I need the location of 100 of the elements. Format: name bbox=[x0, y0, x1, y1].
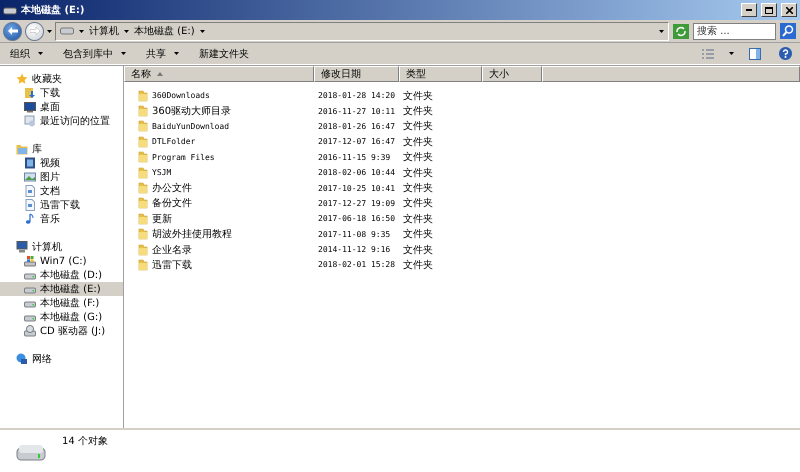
item-count: 14 个对象 bbox=[62, 434, 108, 448]
forward-button[interactable] bbox=[25, 22, 44, 40]
file-name: 企业名录 bbox=[152, 244, 192, 257]
folder-icon bbox=[138, 105, 148, 118]
file-name: BaiduYunDownload bbox=[152, 122, 230, 131]
folder-icon bbox=[138, 228, 148, 240]
folder-icon bbox=[138, 151, 148, 164]
date-cell-text: 2016-11-27 10:11 bbox=[317, 106, 396, 116]
nav-item[interactable]: 本地磁盘 (D:) bbox=[0, 268, 123, 282]
file-name: 360驱动大师目录 bbox=[152, 104, 232, 118]
folder-icon bbox=[138, 120, 148, 132]
file-name: Program Files bbox=[152, 152, 215, 162]
nav-item[interactable]: 本地磁盘 (F:) bbox=[0, 296, 123, 310]
system-drive-icon bbox=[24, 255, 36, 267]
close-button[interactable] bbox=[781, 3, 797, 17]
date-cell-text: 2017-11-08 9:35 bbox=[317, 230, 392, 239]
file-row[interactable]: DTLFolder 2017-12-07 16:47 文件夹 bbox=[124, 134, 800, 150]
file-row[interactable]: 360驱动大师目录 2016-11-27 10:11 文件夹 bbox=[124, 103, 800, 119]
nav-item[interactable]: 桌面 bbox=[0, 100, 123, 114]
help-icon bbox=[778, 47, 792, 60]
folder-icon bbox=[138, 166, 148, 179]
nav-item[interactable]: 下载 bbox=[0, 86, 123, 100]
column-header[interactable]: 修改日期 bbox=[314, 66, 399, 82]
date-cell-text: 2018-01-26 16:47 bbox=[317, 122, 396, 131]
file-row[interactable]: 360Downloads 2018-01-28 14:20 文件夹 bbox=[124, 88, 800, 104]
file-row[interactable]: 迅雷下载 2018-02-01 15:28 文件夹 bbox=[124, 257, 800, 273]
folder-icon bbox=[138, 136, 148, 148]
nav-item[interactable]: 最近访问的位置 bbox=[0, 114, 123, 128]
nav-item[interactable]: 库 bbox=[0, 142, 123, 156]
date-cell-text: 2018-01-28 14:20 bbox=[317, 91, 396, 100]
date-cell-text: 2018-02-01 15:28 bbox=[317, 260, 396, 270]
breadcrumb[interactable]: 本地磁盘 (E:) bbox=[134, 24, 195, 38]
caret-icon bbox=[729, 52, 734, 55]
nav-item[interactable]: 本地磁盘 (E:) bbox=[0, 282, 123, 296]
toolbar-button[interactable]: 组织 bbox=[6, 44, 47, 62]
file-row[interactable]: 备份文件 2017-12-27 19:09 文件夹 bbox=[124, 196, 800, 212]
file-row[interactable]: BaiduYunDownload 2018-01-26 16:47 文件夹 bbox=[124, 118, 800, 134]
document-icon bbox=[24, 185, 36, 197]
file-name: 360Downloads bbox=[152, 91, 210, 100]
nav-item[interactable]: Win7 (C:) bbox=[0, 254, 123, 268]
folder-icon bbox=[138, 258, 148, 271]
nav-item[interactable]: 音乐 bbox=[0, 212, 123, 226]
nav-item[interactable]: 文档 bbox=[0, 184, 123, 198]
date-cell-text: 2017-06-18 16:50 bbox=[317, 214, 396, 224]
nav-item[interactable]: 图片 bbox=[0, 170, 123, 184]
preview-pane-button[interactable] bbox=[746, 45, 764, 62]
nav-item[interactable]: 迅雷下载 bbox=[0, 198, 123, 212]
caret-icon bbox=[174, 52, 179, 55]
type-cell-text: 文件夹 bbox=[402, 120, 434, 134]
nav-item[interactable]: 本地磁盘 (G:) bbox=[0, 310, 123, 324]
type-cell-text: 文件夹 bbox=[402, 258, 434, 272]
type-cell-text: 文件夹 bbox=[402, 212, 434, 226]
maximize-button[interactable] bbox=[761, 3, 777, 17]
toolbar-button[interactable]: 包含到库中 bbox=[59, 44, 130, 62]
computer-icon bbox=[16, 241, 28, 253]
left-arrow-icon bbox=[8, 27, 18, 35]
type-cell-text: 文件夹 bbox=[402, 182, 434, 196]
file-row[interactable]: 更新 2017-06-18 16:50 文件夹 bbox=[124, 211, 800, 227]
search-field[interactable]: 搜索 ... bbox=[693, 22, 776, 40]
breadcrumb[interactable]: 计算机 bbox=[89, 24, 119, 38]
nav-item[interactable]: 网络 bbox=[0, 352, 123, 366]
window-title: 本地磁盘 (E:) bbox=[21, 4, 86, 17]
type-cell-text: 文件夹 bbox=[402, 196, 434, 210]
nav-item[interactable]: CD 驱动器 (J:) bbox=[0, 324, 123, 338]
file-row[interactable]: 办公文件 2017-10-25 10:41 文件夹 bbox=[124, 180, 800, 196]
file-row[interactable]: Program Files 2016-11-15 9:39 文件夹 bbox=[124, 150, 800, 165]
network-icon bbox=[16, 353, 28, 365]
refresh-button[interactable] bbox=[672, 22, 690, 40]
caret-icon bbox=[79, 30, 84, 32]
nav-item[interactable]: 收藏夹 bbox=[0, 72, 123, 86]
column-header[interactable]: 大小 bbox=[482, 66, 542, 82]
file-row[interactable]: 企业名录 2014-11-12 9:16 文件夹 bbox=[124, 242, 800, 258]
nav-item[interactable]: 视频 bbox=[0, 156, 123, 170]
caret-icon bbox=[38, 52, 43, 55]
column-header[interactable]: 名称 bbox=[124, 66, 314, 82]
folder-icon bbox=[138, 182, 148, 194]
file-row[interactable]: YSJM 2018-02-06 10:44 文件夹 bbox=[124, 164, 800, 180]
back-button[interactable] bbox=[3, 22, 22, 40]
folder-icon bbox=[138, 244, 148, 256]
date-cell-text: 2014-11-12 9:16 bbox=[317, 245, 392, 254]
toolbar-button[interactable]: 共享 bbox=[142, 44, 183, 62]
search-icon bbox=[780, 23, 796, 39]
caret-icon bbox=[659, 30, 664, 32]
library-icon bbox=[16, 143, 28, 155]
music-note-icon bbox=[24, 213, 36, 225]
nav-item[interactable]: 计算机 bbox=[0, 240, 123, 254]
caret-icon bbox=[47, 30, 52, 32]
search-button[interactable] bbox=[779, 22, 797, 40]
folder-icon bbox=[138, 197, 148, 210]
minimize-icon bbox=[746, 9, 752, 11]
toolbar-button[interactable]: 新建文件夹 bbox=[195, 44, 253, 62]
column-header[interactable]: 类型 bbox=[399, 66, 482, 82]
close-icon bbox=[786, 6, 792, 14]
drive-icon bbox=[3, 5, 17, 15]
file-row[interactable]: 胡波外挂使用教程 2017-11-08 9:35 文件夹 bbox=[124, 226, 800, 242]
file-name: 更新 bbox=[152, 212, 172, 226]
right-arrow-icon bbox=[30, 27, 40, 35]
help-button[interactable] bbox=[776, 45, 794, 62]
drive-icon bbox=[60, 27, 74, 35]
minimize-button[interactable] bbox=[741, 3, 757, 17]
